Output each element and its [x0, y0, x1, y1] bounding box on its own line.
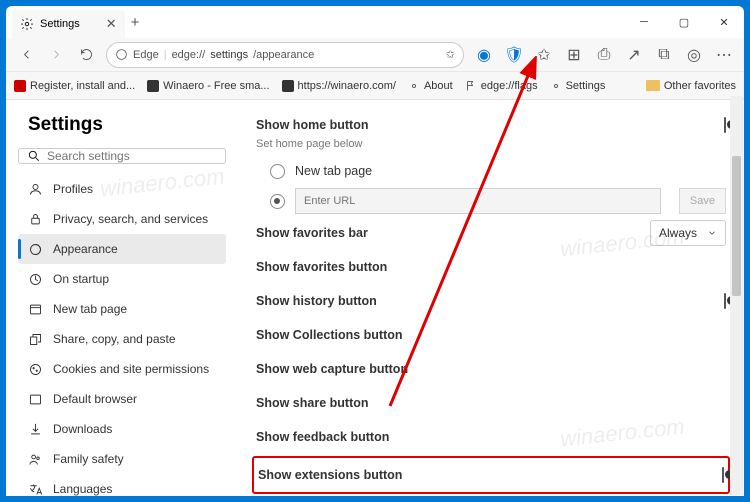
extension-icon[interactable]: ⧉	[650, 41, 678, 69]
favicon-icon	[14, 80, 26, 92]
nav-privacy[interactable]: Privacy, search, and services	[18, 204, 226, 234]
setting-row: Show web capture button	[256, 352, 726, 386]
edge-icon	[115, 48, 128, 61]
toggle[interactable]	[724, 293, 726, 309]
share-icon[interactable]: ↗	[620, 41, 648, 69]
radio-url[interactable]: Save	[256, 186, 726, 216]
favicon-icon	[147, 80, 159, 92]
search-icon	[27, 149, 41, 163]
settings-sidebar: Settings Profiles Privacy, search, and s…	[6, 100, 238, 496]
close-icon[interactable]: ✕	[106, 16, 117, 32]
nav-family[interactable]: Family safety	[18, 444, 226, 474]
setting-row: Show Collections button	[256, 318, 726, 352]
capture-icon[interactable]: ⎙	[590, 41, 618, 69]
nav-default[interactable]: Default browser	[18, 384, 226, 414]
toolbar-icon[interactable]: 🛡	[500, 41, 528, 69]
gear-icon	[550, 80, 562, 92]
radio-newtab[interactable]: New tab page	[256, 156, 726, 186]
forward-button[interactable]	[42, 41, 70, 69]
other-favorites[interactable]: Other favorites	[646, 80, 736, 92]
menu-icon[interactable]: ⋯	[710, 41, 738, 69]
bookmark-item[interactable]: edge://flags	[465, 80, 538, 92]
refresh-button[interactable]	[72, 41, 100, 69]
bookmark-item[interactable]: Register, install and...	[14, 80, 135, 92]
radio-icon	[270, 164, 285, 179]
setting-row: Show favorites button	[256, 250, 726, 284]
window-controls: ─ ▢ ✕	[624, 6, 744, 38]
titlebar: Settings ✕ + ─ ▢ ✕	[6, 6, 744, 38]
extensions-row: Show extensions button	[258, 458, 724, 492]
nav-startup[interactable]: On startup	[18, 264, 226, 294]
minimize-button[interactable]: ─	[624, 6, 664, 38]
scrollbar-thumb[interactable]	[732, 156, 741, 296]
page-title: Settings	[18, 114, 226, 136]
bookmark-item[interactable]: Winaero - Free sma...	[147, 80, 269, 92]
back-button[interactable]	[12, 41, 40, 69]
new-tab-button[interactable]: +	[131, 14, 140, 31]
gear-icon	[408, 80, 420, 92]
bookmarks-bar: Register, install and... Winaero - Free …	[6, 72, 744, 100]
settings-main: Show home button Set home page below New…	[238, 100, 744, 496]
setting-row: Show feedback button	[256, 420, 726, 454]
toolbar-icon[interactable]: ◉	[470, 41, 498, 69]
extensions-toggle[interactable]	[722, 467, 724, 483]
bookmark-item[interactable]: Settings	[550, 80, 606, 92]
favorites-bar-row: Show favorites bar Always	[256, 216, 726, 250]
bookmark-item[interactable]: https://winaero.com/	[282, 80, 396, 92]
bookmark-item[interactable]: About	[408, 80, 453, 92]
favorites-icon[interactable]: ✩	[530, 41, 558, 69]
home-url-input[interactable]	[295, 188, 661, 214]
scrollbar[interactable]	[730, 96, 743, 495]
nav-share[interactable]: Share, copy, and paste	[18, 324, 226, 354]
save-button[interactable]: Save	[679, 188, 726, 214]
folder-icon	[646, 80, 660, 91]
nav-cookies[interactable]: Cookies and site permissions	[18, 354, 226, 384]
search-settings[interactable]	[18, 148, 226, 164]
nav-languages[interactable]: Languages	[18, 474, 226, 496]
setting-row: Show history button	[256, 284, 726, 318]
nav-downloads[interactable]: Downloads	[18, 414, 226, 444]
favorites-bar-dropdown[interactable]: Always	[650, 220, 726, 246]
home-toggle[interactable]	[724, 117, 726, 133]
tab-title: Settings	[40, 18, 80, 30]
setting-row: Show share button	[256, 386, 726, 420]
extension-icon[interactable]: ◎	[680, 41, 708, 69]
chevron-down-icon	[707, 228, 717, 238]
address-bar[interactable]: Edge | edge://settings/appearance ✩	[106, 42, 464, 68]
nav-newtab[interactable]: New tab page	[18, 294, 226, 324]
gear-icon	[20, 17, 34, 31]
browser-toolbar: Edge | edge://settings/appearance ✩ ◉ 🛡 …	[6, 38, 744, 72]
maximize-button[interactable]: ▢	[664, 6, 704, 38]
flag-icon	[465, 80, 477, 92]
collections-icon[interactable]: ⊞	[560, 41, 588, 69]
favicon-icon	[282, 80, 294, 92]
show-home-row: Show home button	[256, 108, 726, 142]
settings-nav: Profiles Privacy, search, and services A…	[18, 174, 226, 496]
nav-appearance[interactable]: Appearance	[18, 234, 226, 264]
radio-icon	[270, 194, 285, 209]
favorite-star-icon[interactable]: ✩	[446, 48, 455, 61]
home-subtext: Set home page below	[256, 138, 726, 150]
browser-tab[interactable]: Settings ✕	[12, 10, 125, 38]
nav-profiles[interactable]: Profiles	[18, 174, 226, 204]
close-button[interactable]: ✕	[704, 6, 744, 38]
search-input[interactable]	[47, 149, 217, 163]
